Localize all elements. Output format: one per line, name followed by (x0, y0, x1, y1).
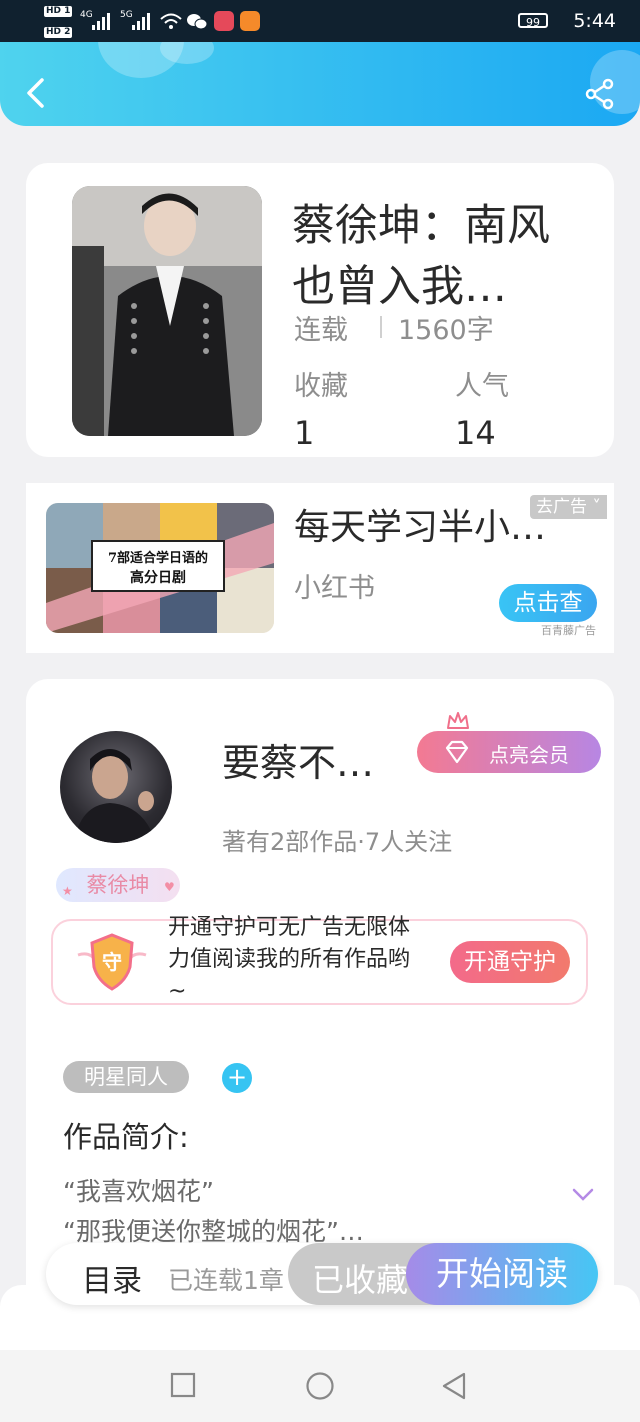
avatar-portrait (74, 749, 156, 843)
book-app-icon (214, 11, 234, 31)
chevron-down-icon (572, 1188, 594, 1201)
back-nav-button[interactable] (440, 1371, 468, 1401)
ad-cta-button[interactable]: 点击查 (499, 584, 597, 622)
network-4g: 4G (80, 10, 93, 20)
popularity-value: 14 (455, 414, 496, 452)
fan-tag: 蔡徐坤 (56, 868, 180, 902)
star-icon: ★ (62, 884, 73, 898)
category-tag[interactable]: 明星同人 (63, 1061, 189, 1093)
guard-text: 开通守护可无广告无限体力值阅读我的所有作品哟~ (168, 915, 411, 1004)
header-bar (0, 42, 640, 126)
guard-button[interactable]: 开通守护 (450, 941, 570, 983)
crown-icon (447, 712, 469, 729)
remove-ad-label: 去广告 (536, 497, 587, 517)
wechat-icon (187, 14, 208, 30)
clock: 5:44 (573, 10, 616, 32)
home-button[interactable] (305, 1371, 335, 1401)
video-app-icon (240, 11, 260, 31)
signal-icon-2 (132, 13, 150, 30)
add-tag-button[interactable]: + (222, 1063, 252, 1093)
plus-icon: + (226, 1063, 248, 1091)
book-title: 蔡徐坤：南风也曾入我… (292, 201, 550, 312)
ad-thumb-line2: 高分日剧 (130, 570, 186, 586)
chevron-left-icon (27, 78, 44, 108)
guard-badge: 守 (102, 950, 122, 974)
ad-title[interactable]: 每天学习半小… (294, 498, 546, 550)
back-button[interactable] (22, 76, 48, 110)
ad-thumb-line1: 7部适合学日语的 (107, 551, 209, 566)
book-status: 连载 (294, 315, 348, 346)
intro-line1: “我喜欢烟花” (63, 1177, 214, 1206)
system-nav-bar (0, 1350, 640, 1422)
vip-button[interactable]: 点亮会员 (417, 731, 601, 773)
network-5g: 5G (120, 10, 133, 20)
hd2-badge: HD 2 (44, 27, 73, 38)
popularity-label: 人气 (455, 371, 509, 402)
favorite-button-label: 已收藏 (312, 1261, 409, 1299)
cover-portrait (72, 186, 262, 436)
triangle-back-icon (442, 1372, 466, 1400)
ad-provider: 百青藤广告 (541, 624, 596, 637)
vip-button-label: 点亮会员 (489, 743, 569, 767)
hd1-badge: HD 1 (44, 6, 73, 17)
signal-icon (92, 13, 110, 30)
start-reading-button[interactable]: 开始阅读 (406, 1243, 598, 1305)
expand-intro-button[interactable] (570, 1186, 596, 1204)
author-name[interactable]: 要蔡不… (222, 732, 374, 787)
heart-icon: ♥ (164, 880, 175, 894)
favorites-value: 1 (294, 414, 315, 452)
recents-button[interactable] (170, 1372, 196, 1398)
square-icon (170, 1372, 196, 1398)
avatar[interactable] (60, 731, 172, 843)
wifi-icon (160, 13, 182, 29)
book-cover[interactable] (72, 186, 262, 436)
ad-thumbnail[interactable]: 7部适合学日语的 高分日剧 (46, 503, 274, 633)
status-bar: HD 1 HD 2 4G 5G 99 5:44 (0, 0, 640, 44)
favorites-label: 收藏 (294, 371, 348, 402)
remove-ad-button[interactable]: 去广告 ˅ (530, 495, 607, 519)
chevron-down-icon: ˅ (587, 497, 601, 517)
circle-icon (306, 1372, 334, 1400)
catalog-button[interactable]: 目录 (82, 1256, 142, 1300)
divider (380, 316, 382, 338)
intro-title: 作品简介: (63, 1120, 189, 1154)
battery-icon: 99 (518, 13, 548, 29)
share-icon (585, 78, 614, 110)
share-button[interactable] (584, 78, 616, 110)
ad-source: 小红书 (294, 573, 375, 604)
author-stats: 著有2部作品·7人关注 (222, 828, 453, 856)
book-word-count: 1560字 (398, 315, 494, 346)
diamond-icon (445, 740, 469, 764)
chapters-count: 已连载1章 (168, 1266, 284, 1295)
